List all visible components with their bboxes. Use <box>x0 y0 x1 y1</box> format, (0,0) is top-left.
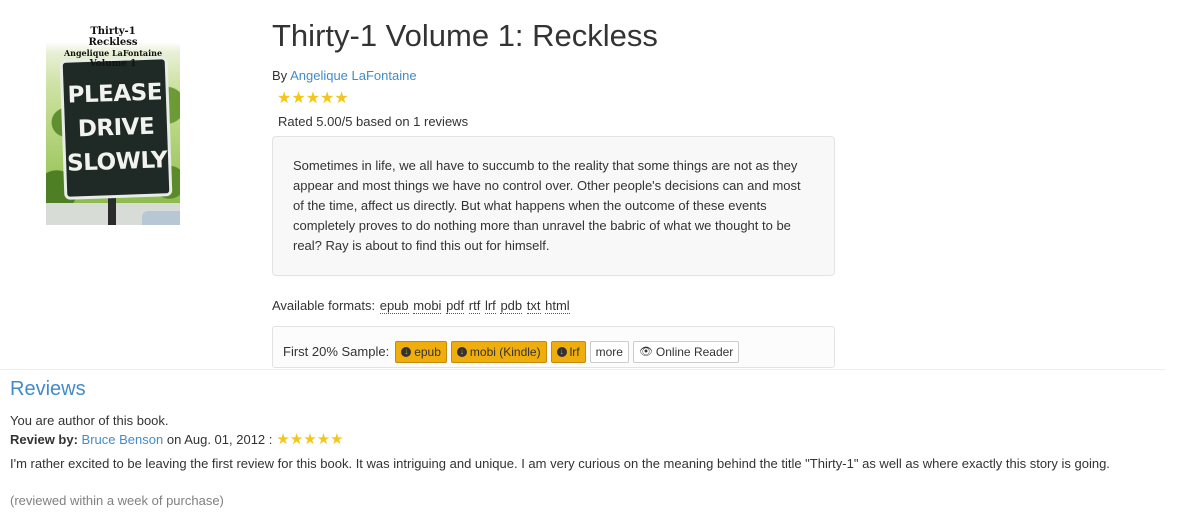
reviews-heading: Reviews <box>10 378 86 400</box>
format-lrf[interactable]: lrf <box>484 298 496 314</box>
eye-icon: 👁 <box>638 346 653 358</box>
format-mobi[interactable]: mobi <box>413 298 442 314</box>
download-icon: ↓ <box>456 346 467 357</box>
cover-overlay-author: Angelique LaFontaine <box>63 48 163 58</box>
format-epub[interactable]: epub <box>379 298 409 314</box>
sample-epub-button[interactable]: ↓ epub <box>395 340 447 363</box>
author-note: You are author of this book. <box>10 413 169 428</box>
review-header: Review by: Bruce Benson on Aug. 01, 2012… <box>10 432 344 447</box>
section-divider <box>0 369 1165 370</box>
cover-sign-post <box>108 194 116 225</box>
cover-overlay-text: Thirty-1 Reckless Angelique LaFontaine V… <box>46 26 180 70</box>
author-link[interactable]: Angelique LaFontaine <box>290 68 417 83</box>
download-icon: ↓ <box>556 346 567 357</box>
cover-sign-line: SLOWLY <box>66 147 168 177</box>
description-box: Sometimes in life, we all have to succum… <box>272 136 835 276</box>
book-cover: PLEASE DRIVE SLOWLY Thirty-1 Reckless An… <box>46 24 180 225</box>
review-by-label: Review by: <box>10 432 78 447</box>
format-pdb[interactable]: pdb <box>500 298 523 314</box>
book-description: Sometimes in life, we all have to succum… <box>293 158 801 253</box>
cover-overlay-volume: Volume 1 <box>89 59 137 69</box>
cover-overlay-title: Thirty-1 <box>90 26 136 37</box>
reviewer-link[interactable]: Bruce Benson <box>82 432 164 447</box>
rating-stars-icon: ★★★★★ <box>277 90 349 107</box>
sample-label: First 20% Sample: <box>283 344 390 359</box>
byline: By Angelique LaFontaine <box>272 68 417 83</box>
online-reader-button[interactable]: 👁 Online Reader <box>632 340 740 363</box>
format-html[interactable]: html <box>545 298 570 314</box>
cover-sign-line: PLEASE <box>67 79 163 109</box>
download-icon: ↓ <box>401 346 412 357</box>
sample-epub-label: epub <box>414 344 441 359</box>
sample-mobi-label: mobi (Kindle) <box>469 344 541 359</box>
review-text: I'm rather excited to be leaving the fir… <box>10 456 1110 471</box>
sample-more-button[interactable]: more <box>589 340 629 363</box>
book-title: Thirty-1 Volume 1: Reckless <box>272 18 658 53</box>
cover-car <box>142 211 180 225</box>
review-date: on Aug. 01, 2012 : <box>166 432 273 447</box>
rating-summary: Rated 5.00/5 based on 1 reviews <box>278 114 469 129</box>
formats-label: Available formats: <box>272 298 376 313</box>
cover-sign: PLEASE DRIVE SLOWLY <box>59 56 173 200</box>
sample-lrf-button[interactable]: ↓ lrf <box>550 340 586 363</box>
online-reader-label: Online Reader <box>655 344 734 359</box>
review-stars-icon: ★★★★★ <box>276 431 344 448</box>
sample-lrf-label: lrf <box>569 344 580 359</box>
cover-sign-line: DRIVE <box>77 113 155 143</box>
available-formats: Available formats: epub mobi pdf rtf lrf… <box>272 298 570 314</box>
format-txt[interactable]: txt <box>526 298 541 314</box>
sample-mobi-button[interactable]: ↓ mobi (Kindle) <box>450 340 547 363</box>
review-note: (reviewed within a week of purchase) <box>10 493 224 508</box>
cover-overlay-subtitle: Reckless <box>88 37 138 48</box>
by-label: By <box>272 68 288 83</box>
sample-box: First 20% Sample: ↓ epub ↓ mobi (Kindle)… <box>272 326 835 368</box>
format-pdf[interactable]: pdf <box>446 298 465 314</box>
format-rtf[interactable]: rtf <box>468 298 481 314</box>
